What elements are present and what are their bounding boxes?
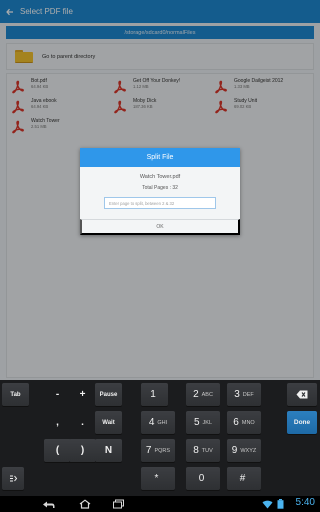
key-number: 8 (193, 445, 199, 456)
key-0[interactable]: 0 (186, 467, 220, 490)
key-letters: WXYZ (240, 447, 257, 454)
key-letters: GHI (157, 419, 168, 426)
key-9[interactable]: 9 WXYZ (227, 439, 261, 462)
key-number: 5 (193, 417, 200, 428)
key-number: 2 (193, 389, 199, 400)
nav-home-icon (79, 499, 91, 509)
key-5[interactable]: 5 JKL (186, 411, 220, 434)
key-letters: DEF (242, 391, 254, 398)
status-clock: 5:40 (295, 497, 315, 508)
key-number: 7 (145, 445, 152, 456)
split-page-input[interactable] (104, 197, 216, 209)
right-paren-key[interactable]: ) (69, 439, 96, 462)
key-letters: MNO (241, 419, 255, 426)
nav-back-button[interactable] (38, 496, 60, 512)
wait-key[interactable]: Wait (95, 411, 122, 434)
key-8[interactable]: 8 TUV (186, 439, 220, 462)
key-number: # (239, 473, 246, 484)
key-number: * (154, 473, 159, 484)
key-number: 0 (198, 473, 205, 484)
emoji-settings-icon (9, 475, 17, 482)
period-key[interactable]: . (69, 411, 96, 434)
key-letters: PQRS (154, 447, 171, 454)
status-icons (262, 499, 284, 509)
key-letters: ABC (201, 391, 213, 398)
key-number: 1 (150, 389, 156, 400)
key-number: 3 (234, 389, 240, 400)
done-key[interactable]: Done (287, 411, 317, 434)
key-letters: JKL (202, 419, 213, 426)
key-number: 9 (231, 445, 238, 456)
key-number: 6 (233, 417, 239, 428)
key-7[interactable]: 7 PQRS (141, 439, 175, 462)
backspace-key[interactable] (287, 383, 317, 406)
pause-key[interactable]: Pause (95, 383, 122, 406)
key-hash[interactable]: # (227, 467, 261, 490)
plus-key[interactable]: + (69, 383, 96, 406)
left-paren-key[interactable]: ( (44, 439, 71, 462)
key-3[interactable]: 3 DEF (227, 383, 261, 406)
n-key[interactable]: N (95, 439, 122, 462)
split-file-dialog: Split File Watch Tower.pdf Total Pages :… (80, 148, 240, 235)
nav-back-icon (43, 501, 55, 508)
battery-icon (277, 499, 284, 509)
key-number: 4 (148, 417, 155, 428)
key-6[interactable]: 6 MNO (227, 411, 261, 434)
minus-key[interactable]: - (44, 383, 71, 406)
key-star[interactable]: * (141, 467, 175, 490)
nav-home-button[interactable] (74, 496, 96, 512)
dialog-title: Split File (80, 148, 240, 167)
comma-key[interactable]: , (44, 411, 71, 434)
key-4[interactable]: 4 GHI (141, 411, 175, 434)
ok-button[interactable]: OK (80, 219, 240, 235)
total-pages-label: Total Pages : 32 (142, 185, 178, 191)
nav-recents-button[interactable] (108, 496, 130, 512)
nav-recents-icon (113, 499, 124, 509)
numeric-keyboard: Tab - + Pause 1 2 ABC 3 DEF , . Wait 4 GHI … (0, 380, 320, 496)
emoji-settings-key[interactable] (2, 467, 24, 490)
system-nav-bar: 5:40 (0, 496, 320, 512)
dialog-file-name: Watch Tower.pdf (139, 174, 181, 180)
backspace-icon (296, 390, 308, 399)
tab-key[interactable]: Tab (2, 383, 29, 406)
key-letters: TUV (201, 447, 213, 454)
key-2[interactable]: 2 ABC (186, 383, 220, 406)
wifi-icon (262, 500, 273, 508)
key-1[interactable]: 1 (141, 383, 168, 406)
